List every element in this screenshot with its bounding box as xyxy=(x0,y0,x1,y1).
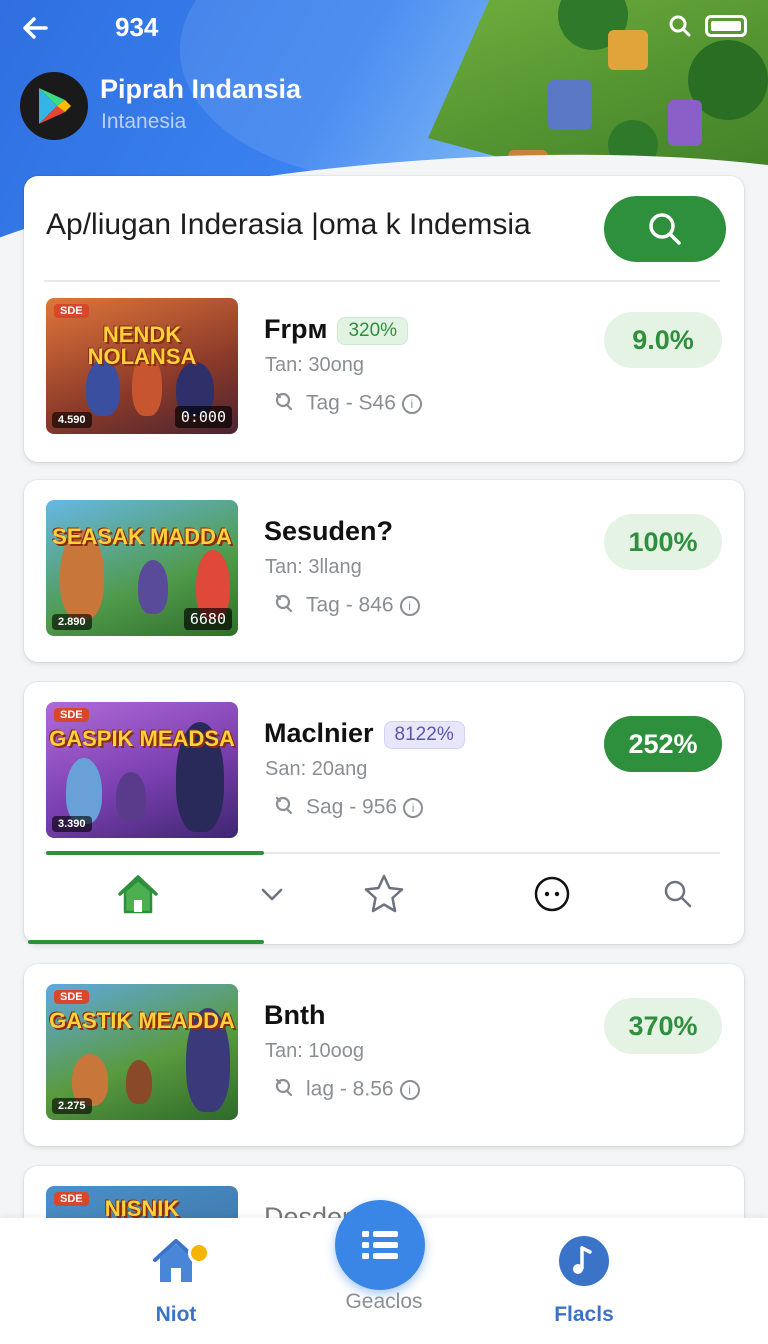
game-thumbnail: SEASAK MADDA 2.890 6680 xyxy=(46,500,238,636)
status-time: 934 xyxy=(115,12,159,42)
tab-search[interactable] xyxy=(654,870,702,918)
item-tag: Tag - S46 i xyxy=(272,390,422,418)
percent-pill[interactable]: 370% xyxy=(604,998,722,1054)
nav-home[interactable]: Niot xyxy=(96,1234,256,1327)
search-input[interactable]: Ap/liugan Inderasia |oma k Indemsia xyxy=(46,208,531,242)
search-icon xyxy=(649,213,681,245)
list-card: SDE GASTIK MEADDA 2.275 Bnth Tan: 10oog … xyxy=(24,964,744,1146)
item-tag: Sag - 956 i xyxy=(272,794,424,822)
percent-pill[interactable]: 100% xyxy=(604,514,722,570)
tab-expand[interactable] xyxy=(248,870,296,918)
item-subtitle: Tan: 30ong xyxy=(265,354,364,376)
list-card: SDE GASPIK MEADSA 3.390 Maclnier 8122% Sa… xyxy=(24,682,744,944)
tab-bar xyxy=(24,851,744,944)
list-item[interactable]: SDE GASTIK MEADDA 2.275 Bnth Tan: 10oog … xyxy=(24,984,744,1124)
nav-center-label: Geaclos xyxy=(345,1290,423,1313)
active-tab-indicator xyxy=(46,851,264,855)
thumbnail-title: SEASAK MADDA xyxy=(52,524,232,549)
search-card: Ap/liugan Inderasia |oma k Indemsia SDE … xyxy=(24,176,744,462)
thumbnail-count: 3.390 xyxy=(52,816,92,832)
battery-icon xyxy=(705,15,747,37)
item-name: Maclnier 8122% xyxy=(264,718,465,749)
center-action-button[interactable] xyxy=(335,1200,425,1290)
thumbnail-count: 2.890 xyxy=(52,614,92,630)
search-icon xyxy=(664,880,692,908)
nav-center[interactable]: Geaclos xyxy=(304,1290,464,1314)
tag-icon xyxy=(272,1076,294,1104)
item-name: Frpм 320% xyxy=(264,314,409,345)
info-icon[interactable]: i xyxy=(399,596,420,616)
thumbnail-count: 2.275 xyxy=(52,1098,92,1114)
music-note-icon xyxy=(559,1236,609,1286)
thumbnail-title: NISNIK xyxy=(104,1196,180,1221)
info-icon[interactable]: i xyxy=(403,798,424,818)
thumbnail-score: 6680 xyxy=(183,608,232,630)
tag-icon xyxy=(272,592,294,620)
thumbnail-title: GASTIK MEADDA xyxy=(49,1008,235,1033)
item-subtitle: Tan: 3llang xyxy=(265,556,362,578)
list-item[interactable]: SDE GASPIK MEADSA 3.390 Maclnier 8122% Sa… xyxy=(24,702,744,842)
back-button[interactable] xyxy=(18,10,54,46)
game-thumbnail: SDE GASPIK MEADSA 3.390 xyxy=(46,702,238,838)
thumbnail-tag: SDE xyxy=(54,990,89,1004)
nav-home-label: Niot xyxy=(155,1303,197,1326)
home-icon xyxy=(118,875,158,914)
play-store-logo xyxy=(20,72,88,140)
nav-music-label: Flacls xyxy=(554,1303,614,1326)
list-item[interactable]: SEASAK MADDA 2.890 6680 Sesuden? Tan: 3l… xyxy=(24,500,744,640)
tab-more[interactable] xyxy=(528,870,576,918)
star-icon xyxy=(364,874,404,913)
item-badge: 320% xyxy=(337,316,409,345)
tag-icon xyxy=(272,390,294,418)
item-name: Sesuden? xyxy=(264,516,394,546)
bottom-navigation: Niot Geaclos Flacls xyxy=(0,1200,768,1344)
info-icon[interactable]: i xyxy=(399,1080,420,1100)
item-tag: lag - 8.56 i xyxy=(272,1076,420,1104)
percent-pill[interactable]: 252% xyxy=(604,716,722,772)
item-name: Bnth xyxy=(264,1000,326,1030)
info-icon[interactable]: i xyxy=(401,394,422,414)
app-title: Piprah Indansia xyxy=(100,74,302,104)
thumbnail-count: 4.590 xyxy=(52,412,92,428)
item-tag: Tag - 846 i xyxy=(272,592,420,620)
tab-favorites[interactable] xyxy=(360,870,408,918)
more-icon xyxy=(534,876,570,912)
app-screen: 934 Piprah Indansia Intanesia Ap/liugan … xyxy=(0,0,768,1344)
thumbnail-title: NENDK NOLANSA xyxy=(87,322,197,369)
app-subtitle: Intanesia xyxy=(101,110,187,133)
thumbnail-score: 0:000 xyxy=(174,406,232,428)
game-thumbnail: SDE NENDK NOLANSA 4.590 0:000 xyxy=(46,298,238,434)
item-subtitle: Tan: 10oog xyxy=(265,1040,364,1062)
thumbnail-tag: SDE xyxy=(54,304,89,318)
divider xyxy=(44,280,720,282)
status-bar: 934 xyxy=(0,0,768,56)
arrow-left-icon xyxy=(23,17,48,39)
item-badge: 8122% xyxy=(383,720,465,749)
chevron-down-icon xyxy=(261,888,283,901)
tab-home[interactable] xyxy=(114,870,162,918)
status-search-icon[interactable] xyxy=(668,14,692,43)
percent-pill[interactable]: 9.0% xyxy=(604,312,722,368)
list-item[interactable]: SDE NENDK NOLANSA 4.590 0:000 Frpм 320% T… xyxy=(24,298,744,438)
item-subtitle: San: 20ang xyxy=(265,758,368,780)
nav-music[interactable]: Flacls xyxy=(504,1234,664,1327)
search-button[interactable] xyxy=(604,196,726,262)
list-icon xyxy=(362,1231,398,1259)
thumbnail-tag: SDE xyxy=(54,708,89,722)
notification-dot xyxy=(188,1242,210,1264)
thumbnail-title: GASPIK MEADSA xyxy=(49,726,235,751)
game-thumbnail: SDE GASTIK MEADDA 2.275 xyxy=(46,984,238,1120)
tag-icon xyxy=(272,794,294,822)
list-card: SEASAK MADDA 2.890 6680 Sesuden? Tan: 3l… xyxy=(24,480,744,662)
